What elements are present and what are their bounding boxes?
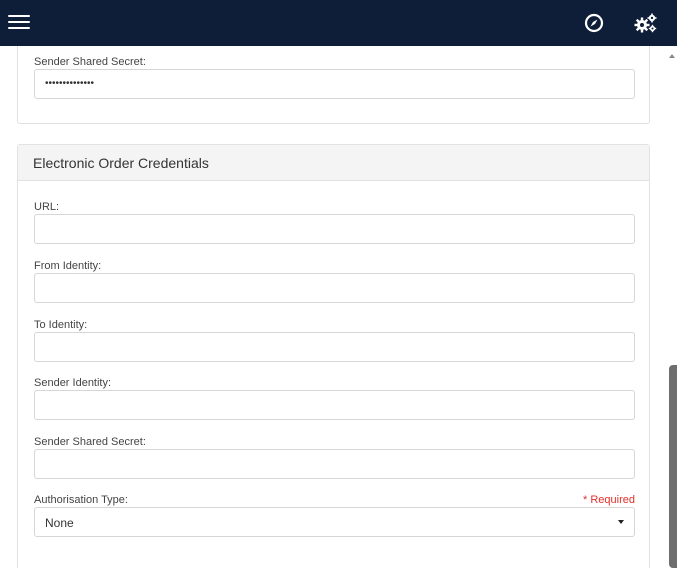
sender-shared-secret-field[interactable]: •••••••••••••• <box>34 69 635 99</box>
previous-credentials-panel: Sender Shared Secret: •••••••••••••• <box>17 46 650 124</box>
top-navbar <box>0 0 677 46</box>
authorisation-type-value: None <box>45 516 74 530</box>
hamburger-menu-icon[interactable] <box>8 13 30 31</box>
sender-shared-secret-input[interactable] <box>34 449 635 479</box>
required-indicator: * Required <box>583 494 635 506</box>
electronic-order-credentials-panel: Electronic Order Credentials URL: From I… <box>17 144 650 568</box>
from-identity-input[interactable] <box>34 273 635 303</box>
authorisation-type-select[interactable]: None <box>34 507 635 537</box>
sender-identity-label: Sender Identity: <box>34 377 112 389</box>
to-identity-input[interactable] <box>34 332 635 362</box>
sender-identity-input[interactable] <box>34 390 635 420</box>
chevron-down-icon <box>618 520 624 524</box>
gears-icon[interactable] <box>634 12 658 34</box>
authorisation-type-label: Authorisation Type: <box>34 494 128 506</box>
compass-icon[interactable] <box>584 13 604 33</box>
panel-title: Electronic Order Credentials <box>18 145 649 181</box>
sender-shared-secret-label: Sender Shared Secret: <box>34 56 146 68</box>
scroll-up-arrow-icon[interactable] <box>669 54 675 58</box>
url-label: URL: <box>34 201 60 213</box>
to-identity-label: To Identity: <box>34 319 88 331</box>
form-content: Sender Shared Secret: •••••••••••••• Ele… <box>0 46 665 568</box>
url-input[interactable] <box>34 214 635 244</box>
from-identity-label: From Identity: <box>34 260 102 272</box>
scrollbar-thumb[interactable] <box>669 365 677 568</box>
sender-shared-secret-label: Sender Shared Secret: <box>34 436 146 448</box>
